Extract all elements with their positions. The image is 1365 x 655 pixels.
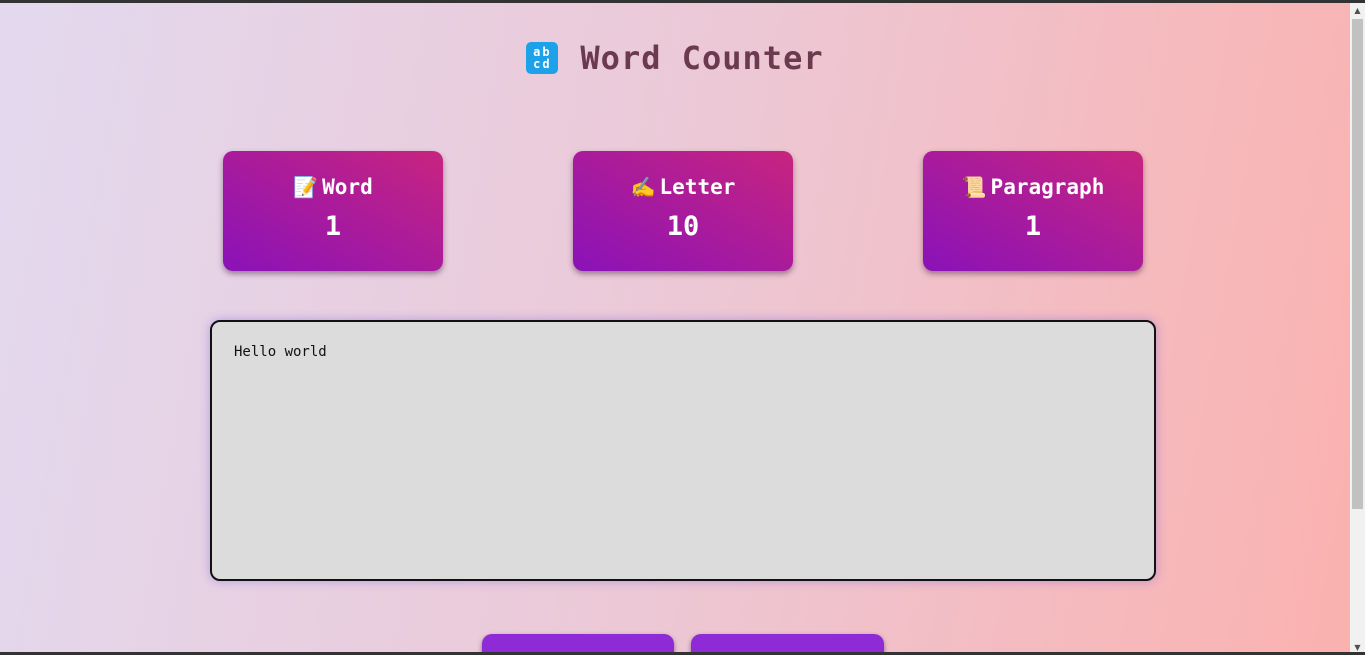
memo-icon: 📝 <box>293 175 319 199</box>
page-title: Word Counter <box>580 39 824 77</box>
scroll-up-arrow-icon[interactable]: ▲ <box>1350 3 1365 18</box>
word-count-value: 1 <box>324 211 342 242</box>
paragraph-card-header: 📜 Paragraph <box>923 175 1143 199</box>
word-card-header: 📝 Word <box>223 175 443 199</box>
letter-card-header: ✍️ Letter <box>573 175 793 199</box>
writing-hand-icon: ✍️ <box>630 175 656 199</box>
abcd-icon: ab cd <box>526 42 559 74</box>
letter-count-card: ✍️ Letter 10 <box>573 151 793 271</box>
vertical-scrollbar[interactable]: ▲ ▼ <box>1350 3 1365 655</box>
text-input-area[interactable] <box>210 320 1156 581</box>
logo-text-bottom: cd <box>533 57 552 71</box>
page: ab cd Word Counter 📝 Word 1 ✍️ Letter 10… <box>0 3 1350 655</box>
letter-card-label: Letter <box>659 175 736 199</box>
scroll-icon: 📜 <box>961 175 987 199</box>
paragraph-count-value: 1 <box>1024 211 1042 242</box>
word-card-label: Word <box>322 175 373 199</box>
scrollbar-thumb[interactable] <box>1352 19 1363 509</box>
header: ab cd Word Counter <box>0 39 1350 77</box>
letter-count-value: 10 <box>666 211 700 242</box>
word-count-card: 📝 Word 1 <box>223 151 443 271</box>
paragraph-count-card: 📜 Paragraph 1 <box>923 151 1143 271</box>
paragraph-card-label: Paragraph <box>990 175 1105 199</box>
